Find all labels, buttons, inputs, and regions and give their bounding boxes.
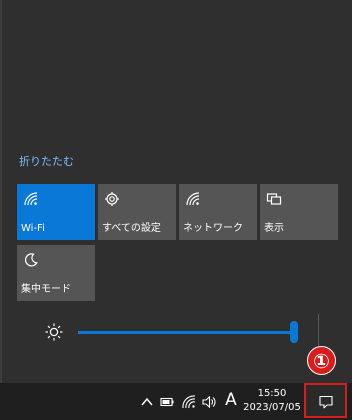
tile-label: ネットワーク [183,223,243,234]
tile-label: 集中モード [21,284,71,295]
volume-icon[interactable] [202,395,216,409]
moon-icon [24,253,38,267]
chevron-up-icon[interactable] [140,395,154,409]
notification-icon [319,395,333,409]
notification-center-button[interactable] [304,383,347,418]
tile-display[interactable]: 表示 [260,184,338,240]
annotation-step-badge: ① [307,346,336,375]
battery-icon[interactable] [160,395,174,409]
action-center-panel: 折りたたむ Wi-Fi すべての設定 ネットワーク 表示 集中モード [0,0,352,383]
network-icon [186,192,200,206]
ime-mode-indicator[interactable]: A [224,388,238,413]
wifi-icon [24,192,38,206]
clock-time: 15:50 [257,388,287,399]
tile-all-settings[interactable]: すべての設定 [98,184,176,240]
brightness-slider-thumb[interactable] [290,321,298,343]
clock-date: 2023/07/05 [243,402,301,413]
tile-focus-mode[interactable]: 集中モード [17,245,95,301]
gear-icon [105,192,119,206]
taskbar-clock[interactable]: 15:50 2023/07/05 [243,387,301,417]
tile-network[interactable]: ネットワーク [179,184,257,240]
tile-label: 表示 [264,223,284,234]
taskbar: A 15:50 2023/07/05 [0,383,352,420]
tile-label: すべての設定 [102,223,161,234]
collapse-link[interactable]: 折りたたむ [19,155,74,169]
brightness-slider-row [17,313,323,353]
brightness-icon [45,323,63,341]
brightness-slider-track[interactable] [78,331,292,334]
tile-wifi[interactable]: Wi-Fi [17,184,95,240]
display-icon [266,193,282,205]
tile-label: Wi-Fi [21,223,45,234]
wifi-icon[interactable] [182,395,196,409]
